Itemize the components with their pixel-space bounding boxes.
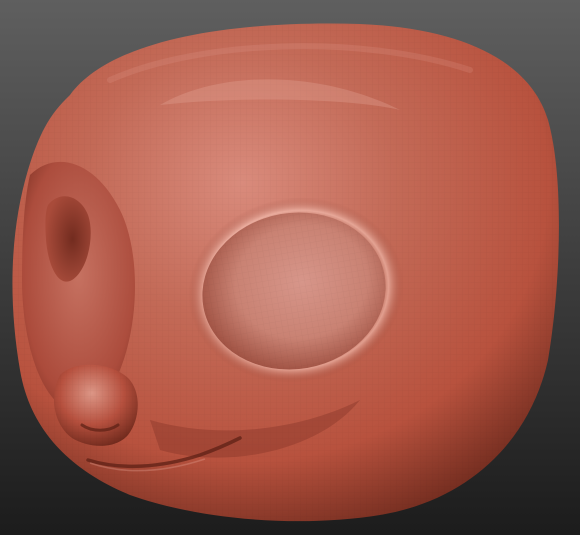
sculpt-render	[0, 0, 580, 535]
viewport	[0, 0, 580, 535]
